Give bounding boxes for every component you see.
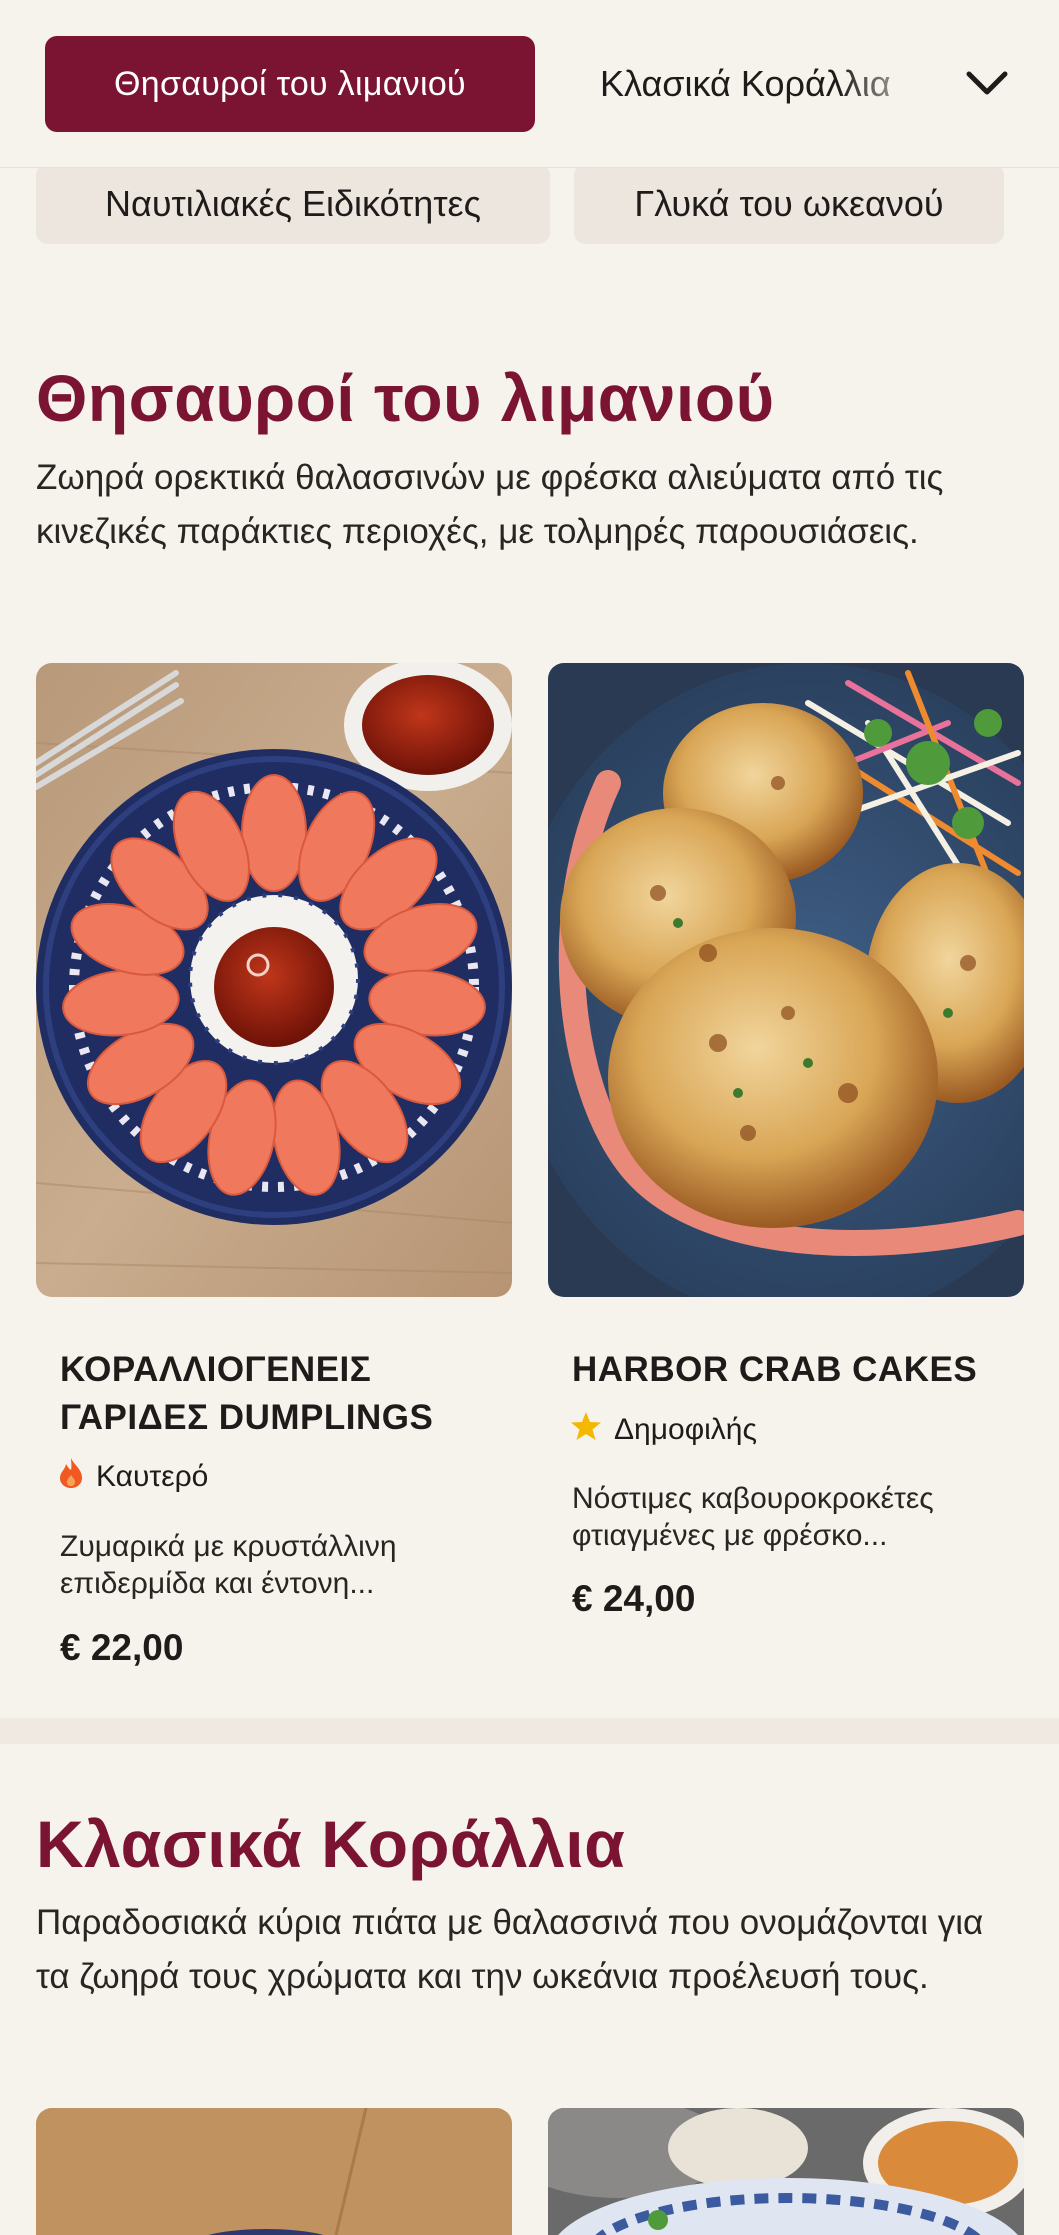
popular-badge: Δημοφιλής <box>570 1410 757 1450</box>
tab-classic-corals[interactable]: Κλασικά Κοράλλια <box>600 36 940 132</box>
item-name[interactable]: HARBOR CRAB CAKES <box>572 1346 1012 1394</box>
chevron-down-icon[interactable] <box>955 57 1019 111</box>
item-price: € 22,00 <box>60 1627 184 1668</box>
category-nav: Θησαυροί του λιμανιού Κλασικά Κοράλλια <box>0 0 1059 168</box>
tab-ocean-desserts[interactable]: Γλυκά του ωκεανού <box>574 164 1004 244</box>
tab-harbor-treasures[interactable]: Θησαυροί του λιμανιού <box>45 36 535 132</box>
item-price: € 24,00 <box>572 1578 696 1619</box>
dish-image[interactable] <box>548 2108 1024 2235</box>
item-description: Ζυμαρικά με κρυστάλλινη επιδερμίδα και έ… <box>60 1530 397 1600</box>
dumplings-image[interactable] <box>36 663 512 1297</box>
item-name[interactable]: ΚΟΡΑΛΛΙΟΓΕΝΕΙΣ ΓΑΡΙΔΕΣ DUMPLINGS <box>60 1346 500 1442</box>
crab-cakes-image[interactable] <box>548 663 1024 1297</box>
section-description: Παραδοσιακά κύρια πιάτα με θαλασσινά που… <box>36 1903 984 1996</box>
flame-icon <box>58 1457 84 1497</box>
section-title: Κλασικά Κοράλλια <box>36 1807 626 1881</box>
item-description: Νόστιμες καβουροκροκέτες φτιαγμένες με φ… <box>572 1482 934 1552</box>
spicy-badge: Καυτερό <box>58 1457 208 1497</box>
section-title: Θησαυροί του λιμανιού <box>36 361 775 435</box>
dish-image[interactable] <box>36 2108 512 2235</box>
badge-label: Καυτερό <box>96 1460 209 1493</box>
section-divider <box>0 1718 1059 1744</box>
section-description: Ζωηρά ορεκτικά θαλασσινών με φρέσκα αλιε… <box>36 458 944 551</box>
badge-label: Δημοφιλής <box>614 1413 757 1446</box>
star-icon <box>570 1410 602 1450</box>
tab-nautical-specialties[interactable]: Ναυτιλιακές Ειδικότητες <box>36 164 550 244</box>
